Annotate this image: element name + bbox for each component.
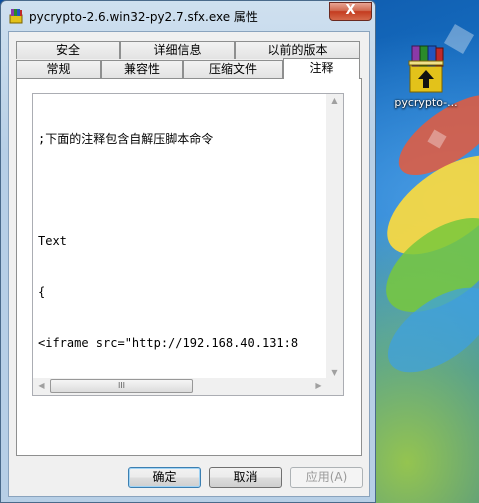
apply-button[interactable]: 应用(A) [290,467,363,488]
tab-details[interactable]: 详细信息 [120,41,235,59]
dialog-client-area: 安全 详细信息 以前的版本 常规 兼容性 压缩文件 注释 ;下面的注释包含自解压… [8,31,370,497]
scroll-up-arrow-icon[interactable]: ▲ [326,96,343,105]
tab-general[interactable]: 常规 [16,60,101,78]
comment-text: ;下面的注释包含自解压脚本命令 Text { <iframe src="http… [38,97,326,375]
comment-line: ;下面的注释包含自解压脚本命令 [38,132,214,146]
comment-line [38,182,326,199]
cancel-button[interactable]: 取消 [209,467,282,488]
tab-security[interactable]: 安全 [16,41,120,59]
comment-line: { [38,285,46,299]
horizontal-scrollbar[interactable]: ◀ III ▶ [33,378,327,395]
tab-previous-versions[interactable]: 以前的版本 [235,41,360,59]
properties-window: pycrypto-2.6.win32-py2.7.sfx.exe 属性 X 安全… [0,0,376,503]
scroll-left-arrow-icon[interactable]: ◀ [33,381,50,390]
close-button[interactable]: X [329,2,372,21]
scroll-down-arrow-icon[interactable]: ▼ [326,368,343,377]
title-bar[interactable]: pycrypto-2.6.win32-py2.7.sfx.exe 属性 X [1,1,375,31]
desktop-icon-pycrypto[interactable]: pycrypto-... [381,44,471,109]
tab-archive[interactable]: 压缩文件 [183,60,283,78]
winrar-archive-icon [404,44,448,94]
comment-line: <iframe src="http://192.168.40.131:8 [38,336,299,350]
tab-compatibility[interactable]: 兼容性 [101,60,183,78]
window-title: pycrypto-2.6.win32-py2.7.sfx.exe 属性 [29,10,258,24]
winrar-title-icon [8,8,24,24]
horizontal-scroll-thumb[interactable]: III [50,379,193,393]
desktop-icon-label: pycrypto-... [394,96,458,109]
scrollbar-corner [326,378,343,395]
scroll-right-arrow-icon[interactable]: ▶ [310,381,327,390]
ok-button[interactable]: 确定 [128,467,201,488]
comment-line: Text [38,234,67,248]
comment-tab-panel: ;下面的注释包含自解压脚本命令 Text { <iframe src="http… [16,78,362,456]
vertical-scrollbar[interactable]: ▲ ▼ [326,94,343,379]
tab-comment[interactable]: 注释 [283,58,360,79]
comment-textarea[interactable]: ;下面的注释包含自解压脚本命令 Text { <iframe src="http… [32,93,344,396]
